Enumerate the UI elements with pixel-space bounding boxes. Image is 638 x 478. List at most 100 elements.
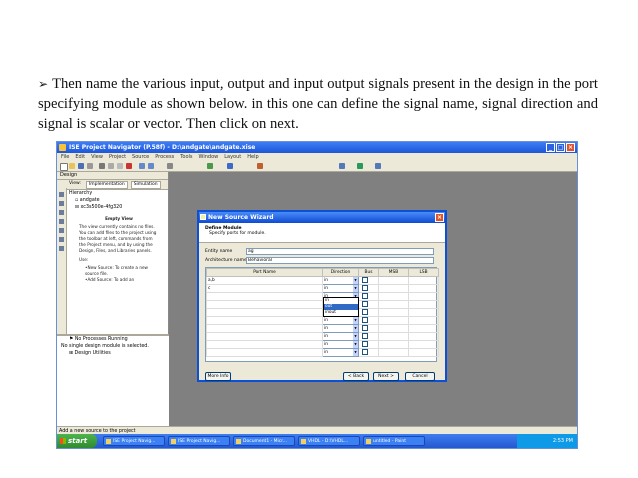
tab-simulation[interactable]: Simulation xyxy=(130,181,161,189)
msb-cell[interactable] xyxy=(378,308,409,317)
port-name-cell[interactable]: a,b xyxy=(206,276,323,285)
chevron-down-icon[interactable]: ▼ xyxy=(353,349,358,356)
minimize-button[interactable]: _ xyxy=(546,143,555,152)
chevron-down-icon[interactable]: ▼ xyxy=(353,341,358,348)
run-icon[interactable] xyxy=(339,163,345,169)
redo-icon[interactable] xyxy=(148,163,154,169)
chevron-down-icon[interactable]: ▼ xyxy=(353,277,358,284)
column-header-msb[interactable]: MSB xyxy=(378,268,409,277)
lsb-cell[interactable] xyxy=(408,348,439,357)
cancel-button[interactable]: Cancel xyxy=(405,372,435,381)
properties-icon[interactable] xyxy=(59,219,64,224)
direction-select[interactable]: in▼ xyxy=(322,284,359,293)
msb-cell[interactable] xyxy=(378,332,409,341)
chevron-down-icon[interactable]: ▼ xyxy=(353,333,358,340)
back-button[interactable]: < Back xyxy=(343,372,369,381)
direction-select[interactable]: in▼ xyxy=(322,340,359,349)
sort-icon[interactable] xyxy=(59,246,64,251)
settings-icon[interactable] xyxy=(257,163,263,169)
bus-checkbox[interactable] xyxy=(362,341,368,348)
print-icon[interactable] xyxy=(87,163,93,169)
port-name-cell[interactable] xyxy=(206,292,323,301)
menu-item[interactable]: View xyxy=(91,153,103,161)
port-name-cell[interactable] xyxy=(206,340,323,349)
clock[interactable]: 2:53 PM xyxy=(553,438,573,444)
lsb-cell[interactable] xyxy=(408,308,439,317)
menu-item[interactable]: File xyxy=(61,153,69,161)
new-file-icon[interactable] xyxy=(60,163,68,171)
menu-item[interactable]: Source xyxy=(132,153,149,161)
msb-cell[interactable] xyxy=(378,316,409,325)
port-name-cell[interactable] xyxy=(206,300,323,309)
bus-checkbox[interactable] xyxy=(362,317,368,324)
msb-cell[interactable] xyxy=(378,292,409,301)
next-button[interactable]: Next > xyxy=(373,372,399,381)
direction-select[interactable]: in▼ xyxy=(322,324,359,333)
implement-icon[interactable] xyxy=(207,163,213,169)
column-header-lsb[interactable]: LSB xyxy=(408,268,439,277)
menu-item[interactable]: Project xyxy=(109,153,126,161)
design-utilities-item[interactable]: ⊞ Design Utilities xyxy=(57,350,169,357)
cut-icon[interactable] xyxy=(99,163,105,169)
chevron-down-icon[interactable]: ▼ xyxy=(353,325,358,332)
bus-checkbox[interactable] xyxy=(362,301,368,308)
wizard-close-button[interactable]: × xyxy=(435,213,444,222)
menu-item[interactable]: Process xyxy=(155,153,174,161)
tree-item-project[interactable]: ▫ andgate xyxy=(69,197,167,204)
collapse-icon[interactable] xyxy=(59,237,64,242)
paste-icon[interactable] xyxy=(117,163,123,169)
port-name-cell[interactable] xyxy=(206,332,323,341)
lsb-cell[interactable] xyxy=(408,316,439,325)
expand-icon[interactable] xyxy=(59,228,64,233)
port-name-cell[interactable]: c xyxy=(206,284,323,293)
chevron-down-icon[interactable]: ▼ xyxy=(353,317,358,324)
port-name-cell[interactable] xyxy=(206,308,323,317)
lsb-cell[interactable] xyxy=(408,300,439,309)
column-header-direction[interactable]: Direction xyxy=(322,268,359,277)
entity-name-input[interactable] xyxy=(246,248,434,255)
menu-item[interactable]: Tools xyxy=(180,153,192,161)
chevron-down-icon[interactable]: ▼ xyxy=(353,285,358,292)
port-name-cell[interactable] xyxy=(206,348,323,357)
taskbar-item[interactable]: Document1 - Micr... xyxy=(233,436,295,446)
bus-checkbox[interactable] xyxy=(362,349,368,356)
msb-cell[interactable] xyxy=(378,324,409,333)
lsb-cell[interactable] xyxy=(408,292,439,301)
architecture-name-input[interactable] xyxy=(246,257,434,264)
undo-icon[interactable] xyxy=(139,163,145,169)
port-name-cell[interactable] xyxy=(206,316,323,325)
port-name-cell[interactable] xyxy=(206,324,323,333)
tree-item-device[interactable]: ⊟ xc3s500e-4fg320 xyxy=(69,204,167,211)
msb-cell[interactable] xyxy=(378,340,409,349)
delete-icon[interactable] xyxy=(126,163,132,169)
msb-cell[interactable] xyxy=(378,284,409,293)
direction-select[interactable]: in▼ xyxy=(322,316,359,325)
taskbar-item[interactable]: ISE Project Navig... xyxy=(103,436,165,446)
close-window-button[interactable]: × xyxy=(566,143,575,152)
menu-item[interactable]: Help xyxy=(247,153,258,161)
start-button[interactable]: start xyxy=(57,434,97,448)
lsb-cell[interactable] xyxy=(408,276,439,285)
menu-item[interactable]: Layout xyxy=(224,153,241,161)
add-source-icon[interactable] xyxy=(59,201,64,206)
more-info-button[interactable]: More Info xyxy=(205,372,231,381)
lsb-cell[interactable] xyxy=(408,284,439,293)
save-icon[interactable] xyxy=(78,163,84,169)
bus-checkbox[interactable] xyxy=(362,277,368,284)
bus-checkbox[interactable] xyxy=(362,325,368,332)
direction-dropdown-list[interactable]: in out inout xyxy=(323,297,359,317)
bus-checkbox[interactable] xyxy=(362,333,368,340)
find-icon[interactable] xyxy=(167,163,173,169)
column-header-bus[interactable]: Bus xyxy=(358,268,379,277)
help-icon[interactable] xyxy=(375,163,381,169)
direction-select[interactable]: in▼ xyxy=(322,276,359,285)
lsb-cell[interactable] xyxy=(408,324,439,333)
column-header-port-name[interactable]: Port Name xyxy=(206,268,323,277)
direction-select[interactable]: in▼ xyxy=(322,332,359,341)
copy-icon[interactable] xyxy=(108,163,114,169)
taskbar-item[interactable]: VHDL - D:\VHDL... xyxy=(298,436,360,446)
taskbar-item[interactable]: untitled - Paint xyxy=(363,436,425,446)
maximize-button[interactable]: □ xyxy=(556,143,565,152)
msb-cell[interactable] xyxy=(378,300,409,309)
remove-icon[interactable] xyxy=(59,210,64,215)
